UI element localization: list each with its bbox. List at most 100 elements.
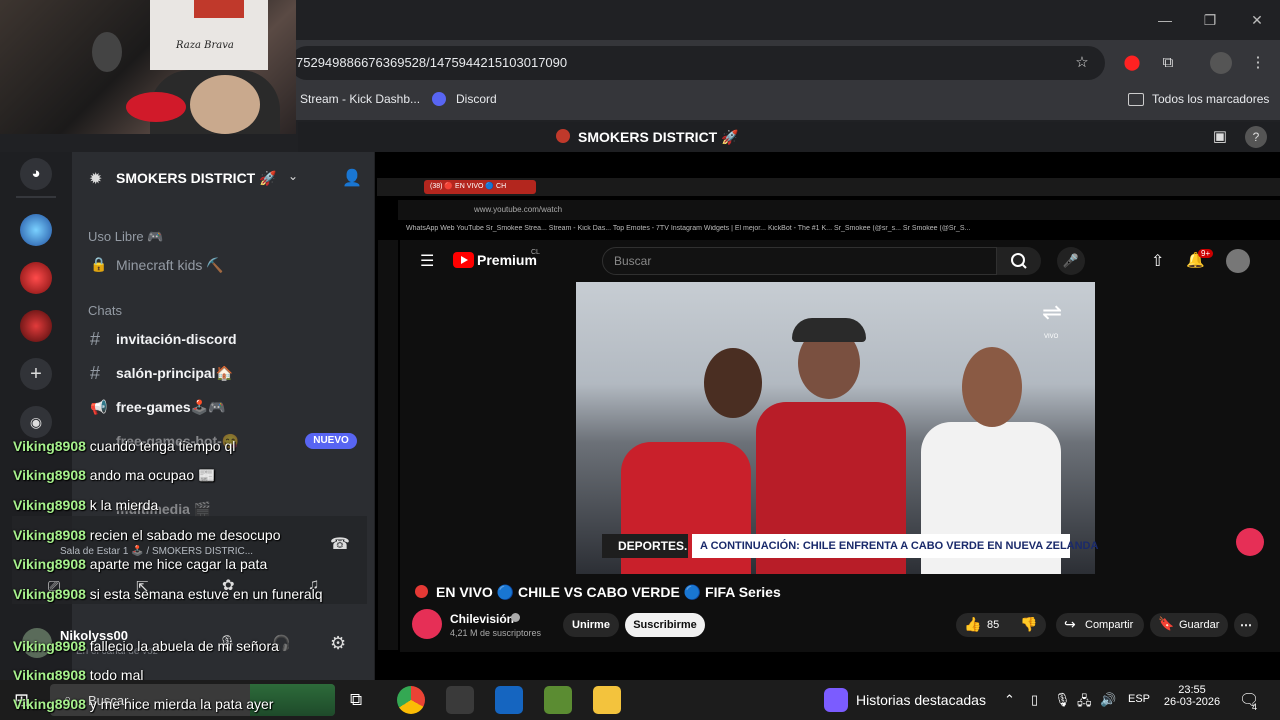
chat-text: aparte me hice cagar la pata: [89, 556, 268, 572]
verified-icon: [511, 613, 520, 622]
floating-channel-icon[interactable]: [1236, 528, 1264, 556]
share-label: Compartir: [1085, 619, 1134, 631]
invite-user-icon[interactable]: 👤: [342, 168, 362, 188]
save-label: Guardar: [1179, 619, 1220, 631]
chat-username: Viking8908: [13, 556, 86, 572]
chat-message: Viking8908 fallecio la abuela de mi seño…: [13, 638, 279, 654]
bookmark-discord[interactable]: Discord: [456, 92, 497, 106]
obs-taskbar-icon[interactable]: [446, 686, 474, 714]
menu-dots-icon[interactable]: ⋮: [1247, 52, 1269, 74]
red-object: [126, 92, 186, 122]
discover-icon[interactable]: ◉: [20, 406, 52, 438]
rail-divider: [16, 196, 56, 198]
chat-username: Viking8908: [13, 438, 86, 454]
folder-icon: [1128, 93, 1144, 106]
skull-poster: [92, 32, 122, 72]
close-icon[interactable]: ✕: [1237, 8, 1277, 32]
restore-icon[interactable]: ❐: [1190, 8, 1230, 32]
chat-message: Viking8908 ando ma ocupao 📰: [13, 467, 215, 484]
help-icon[interactable]: ?: [1245, 126, 1267, 148]
channel-avatar[interactable]: [412, 609, 442, 639]
more-icon[interactable]: ⋯: [1234, 613, 1258, 637]
chat-text: y me hice mierda la pata ayer: [89, 696, 274, 712]
server-red-1[interactable]: [20, 262, 52, 294]
watermark-text: VIVO: [1044, 334, 1059, 340]
chat-message: Viking8908 k la mierda: [13, 497, 158, 513]
channel-salon[interactable]: salón-principal🏠: [116, 365, 233, 382]
hash-icon: #: [90, 363, 101, 383]
chat-username: Viking8908: [13, 497, 86, 513]
chat-message: Viking8908 y me hice mierda la pata ayer: [13, 696, 273, 712]
notification-count: 4: [1252, 702, 1258, 712]
server-smokers[interactable]: [20, 310, 52, 342]
add-server-icon[interactable]: +: [20, 358, 52, 390]
category-chats[interactable]: Chats: [88, 303, 122, 318]
tray-battery-icon: ▯: [1031, 692, 1039, 707]
server-gear-icon: ✹: [89, 171, 103, 188]
extension-red-icon[interactable]: ⬤: [1121, 52, 1143, 74]
profile-avatar[interactable]: [1210, 52, 1232, 74]
disconnect-icon[interactable]: ☎: [330, 534, 350, 554]
new-badge: NUEVO: [305, 433, 357, 449]
subscribe-button[interactable]: Suscribirme: [625, 613, 705, 637]
chrome-taskbar-icon[interactable]: [397, 686, 425, 714]
minimize-icon[interactable]: —: [1145, 8, 1185, 32]
bookmark-all[interactable]: Todos los marcadores: [1152, 92, 1269, 106]
chat-username: Viking8908: [13, 467, 86, 483]
voice-search-icon[interactable]: 🎤: [1057, 247, 1085, 275]
youtube-logo-icon[interactable]: [453, 252, 474, 268]
chat-text: cuando tenga tiempo ql: [89, 438, 236, 454]
channel-invitacion[interactable]: invitación-discord: [116, 331, 237, 347]
server-name[interactable]: SMOKERS DISTRICT 🚀: [116, 170, 277, 187]
video-title: EN VIVO 🔵 CHILE VS CABO VERDE 🔵 FIFA Ser…: [436, 584, 781, 600]
chat-username: Viking8908: [13, 527, 86, 543]
discord-home-icon[interactable]: ◕: [20, 158, 52, 190]
volume-icon[interactable]: 🔊: [1100, 692, 1116, 708]
settings-gear-icon[interactable]: ⚙: [330, 633, 346, 654]
minecraft-taskbar-icon[interactable]: [544, 686, 572, 714]
youtube-search-button[interactable]: [997, 247, 1041, 275]
store-taskbar-icon[interactable]: [495, 686, 523, 714]
extensions-icon[interactable]: ⧉: [1157, 52, 1179, 74]
video-player[interactable]: ⇌ VIVO: [576, 282, 1095, 574]
person-left-head: [704, 348, 762, 418]
youtube-search-input[interactable]: [602, 247, 997, 275]
chat-username: Viking8908: [13, 638, 86, 654]
chat-message: Viking8908 cuando tenga tiempo ql: [13, 438, 235, 454]
yt-avatar[interactable]: [1226, 249, 1250, 273]
chat-text: ando ma ocupao 📰: [89, 467, 216, 483]
dislike-icon[interactable]: 👎: [1020, 616, 1037, 633]
channel-free-games[interactable]: free-games🕹️🎮: [116, 399, 226, 416]
clock-date: 26-03-2026: [1163, 696, 1221, 708]
news-widget-icon[interactable]: [824, 688, 848, 712]
star-icon[interactable]: ☆: [1071, 52, 1093, 74]
lower-third-text: A CONTINUACIÓN: CHILE ENFRENTA A CABO VE…: [692, 534, 1098, 558]
task-view-icon[interactable]: ⧉: [350, 690, 362, 710]
chat-text: si esta semana estuve en un funeralq: [89, 586, 323, 602]
language-indicator[interactable]: ESP: [1128, 693, 1150, 705]
youtube-logo-text[interactable]: Premium: [477, 252, 537, 268]
hamburger-icon[interactable]: ☰: [420, 251, 434, 271]
inner-tab[interactable]: (38) 🔴 EN VIVO 🔵 CH: [424, 180, 536, 194]
tray-chevron-icon[interactable]: ⌃: [1004, 692, 1015, 708]
chat-username: Viking8908: [13, 696, 86, 712]
chevron-down-icon[interactable]: ⌄: [288, 169, 298, 183]
category-uso-libre[interactable]: Uso Libre 🎮: [88, 229, 163, 245]
inner-url: www.youtube.com/watch: [474, 205, 563, 214]
chat-message: Viking8908 si esta semana estuve en un f…: [13, 586, 323, 602]
explorer-taskbar-icon[interactable]: [593, 686, 621, 714]
discord-titlebar: [298, 122, 1280, 152]
join-button[interactable]: Unirme: [563, 613, 619, 637]
bookmark-kick[interactable]: Stream - Kick Dashb...: [300, 92, 420, 106]
channel-minecraft[interactable]: Minecraft kids ⛏️: [116, 257, 224, 274]
channel-name[interactable]: Chilevisión: [450, 612, 514, 626]
like-icon[interactable]: 👍: [964, 616, 981, 633]
inbox-icon[interactable]: ▣: [1209, 126, 1231, 148]
news-widget-label[interactable]: Historias destacadas: [856, 692, 986, 708]
upload-icon[interactable]: ⇧: [1151, 251, 1164, 271]
clock[interactable]: 23:55 26-03-2026: [1162, 684, 1222, 708]
url-text[interactable]: 752949886676369528/1475944215103017090: [296, 55, 567, 70]
network-icon[interactable]: 🖧: [1077, 692, 1092, 714]
chat-text: k la mierda: [89, 497, 159, 513]
server-blue[interactable]: [20, 214, 52, 246]
